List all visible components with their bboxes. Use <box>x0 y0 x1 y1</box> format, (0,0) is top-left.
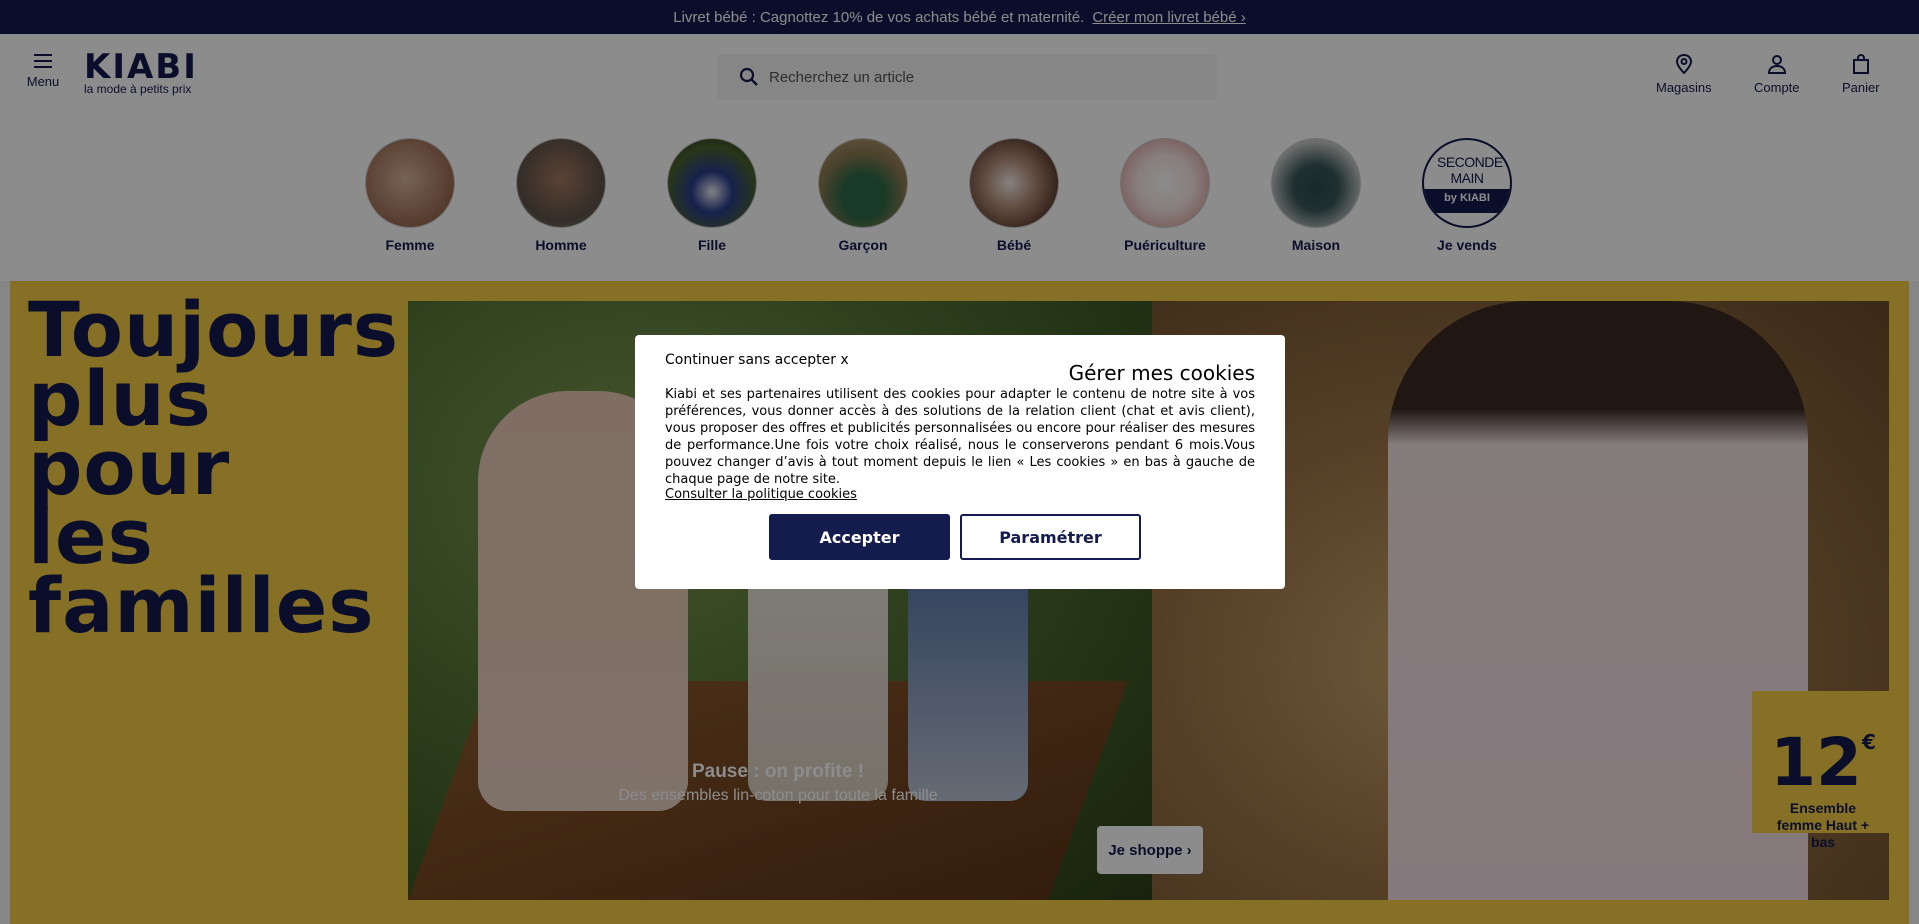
continue-without-accepting-link[interactable]: Continuer sans accepter x <box>665 352 849 368</box>
cookie-policy-link[interactable]: Consulter la politique cookies <box>665 487 857 502</box>
accept-cookies-button[interactable]: Accepter <box>769 514 950 560</box>
cookie-modal-body: Kiabi et ses partenaires utilisent des c… <box>665 387 1255 487</box>
cookie-modal: Continuer sans accepter x Gérer mes cook… <box>635 335 1285 589</box>
cookie-settings-button[interactable]: Paramétrer <box>960 514 1141 560</box>
cookie-modal-title: Gérer mes cookies <box>1068 361 1255 385</box>
